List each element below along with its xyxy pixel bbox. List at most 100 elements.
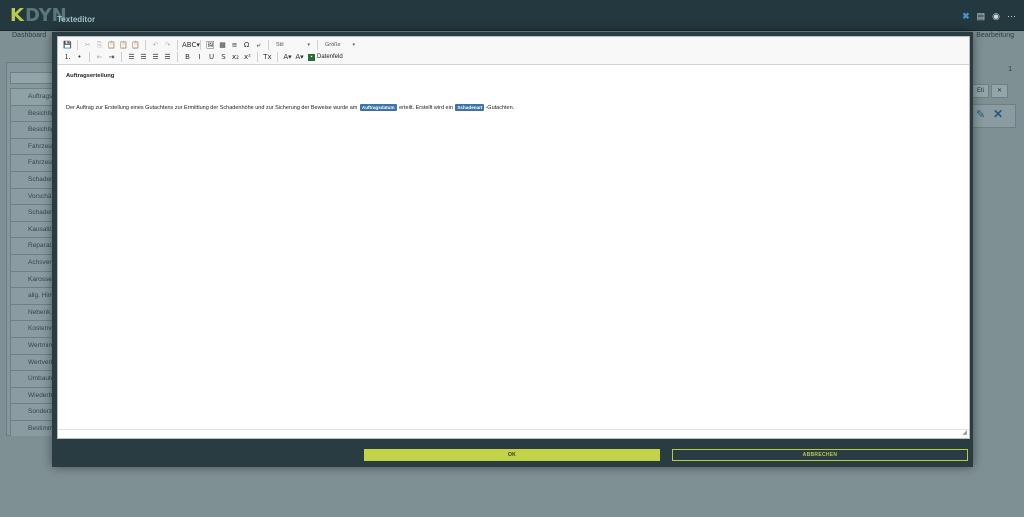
list-item[interactable]: allg. Hinw... bbox=[10, 287, 56, 304]
toolbar-separator bbox=[121, 52, 122, 62]
toolbar-separator bbox=[257, 52, 258, 62]
list-item[interactable]: Wertmin... bbox=[10, 336, 56, 354]
more-icon[interactable]: ⋯ bbox=[1007, 11, 1016, 22]
toolbar-separator bbox=[77, 40, 78, 50]
strikethrough-icon[interactable]: S bbox=[218, 52, 229, 63]
list-item[interactable]: Achsvern... bbox=[10, 253, 56, 271]
toolbar-separator bbox=[268, 40, 269, 50]
paragraph-text-2: erteilt. Erstellt wird ein bbox=[399, 105, 453, 111]
align-center-icon[interactable]: ☰ bbox=[138, 52, 149, 63]
close-icon[interactable]: ✖ bbox=[962, 11, 970, 22]
table-icon[interactable]: ▦ bbox=[217, 40, 228, 51]
align-right-icon[interactable]: ☰ bbox=[150, 52, 161, 63]
save-icon[interactable]: ▤ bbox=[977, 11, 986, 22]
underline-icon[interactable]: U bbox=[206, 52, 217, 63]
editor-toolbar: 💾 ✂ ⎘ 📋 📋 📋 ↶ ↷ ABC▾ 🖼 ▦ ≡ Ω ⤶ Stil ▾ Größe ▾ ⒈ • ⇤ ⇥ ☰ ☰ ☰ ☰ B I U… bbox=[58, 37, 969, 65]
right-button-group: Eti ✕ bbox=[972, 84, 1008, 98]
breadcrumb-right: Bearbeitung bbox=[976, 32, 1014, 39]
list-item[interactable]: Kostenve... bbox=[10, 320, 56, 337]
rich-text-editor: 💾 ✂ ⎘ 📋 📋 📋 ↶ ↷ ABC▾ 🖼 ▦ ≡ Ω ⤶ Stil ▾ Größe ▾ ⒈ • ⇤ ⇥ ☰ ☰ ☰ ☰ B I U… bbox=[57, 36, 970, 439]
list-item[interactable]: Kausalit... bbox=[10, 220, 56, 238]
indent-icon[interactable]: ⇥ bbox=[106, 52, 117, 63]
toolbar-separator bbox=[200, 40, 201, 50]
remove-button[interactable]: ✕ bbox=[991, 84, 1008, 98]
list-search-input[interactable] bbox=[10, 72, 58, 84]
toolbar-separator bbox=[89, 52, 90, 62]
datafield-chip-auftragsdatum[interactable]: Auftragsdatum bbox=[359, 104, 397, 111]
list-item[interactable]: Vorschä... bbox=[10, 187, 56, 205]
numbered-list-icon[interactable]: ⒈ bbox=[62, 52, 73, 63]
ok-button[interactable]: OK bbox=[364, 449, 660, 461]
italic-icon[interactable]: I bbox=[194, 52, 205, 63]
paste-word-icon[interactable]: 📋 bbox=[130, 40, 141, 51]
toolbar-separator bbox=[145, 40, 146, 50]
list-item[interactable]: Schaden... bbox=[10, 204, 56, 221]
style-dropdown-label: Stil bbox=[276, 42, 284, 48]
app-subtitle: Texteditor bbox=[57, 15, 96, 24]
row-actions: ✎ ✕ bbox=[970, 104, 1016, 128]
bulleted-list-icon[interactable]: • bbox=[74, 52, 85, 63]
list-item[interactable]: Wiederb... bbox=[10, 386, 56, 404]
align-left-icon[interactable]: ☰ bbox=[126, 52, 137, 63]
size-dropdown-label: Größe bbox=[325, 42, 341, 48]
list-item[interactable]: Reparat... bbox=[10, 237, 56, 254]
page-number: 1 bbox=[1008, 66, 1012, 73]
list-item[interactable]: Nebenk... bbox=[10, 303, 56, 321]
list-item[interactable]: Fahrzeug... bbox=[10, 137, 56, 155]
chevron-down-icon: ▾ bbox=[352, 42, 355, 48]
paste-text-icon[interactable]: 📋 bbox=[118, 40, 129, 51]
list-item[interactable]: Bestimm... bbox=[10, 419, 56, 437]
toolbar-separator bbox=[317, 40, 318, 50]
list-item[interactable]: ✔Auftrags... bbox=[10, 88, 56, 105]
align-justify-icon[interactable]: ☰ bbox=[162, 52, 173, 63]
toolbar-separator bbox=[177, 40, 178, 50]
pencil-icon[interactable]: ✎ bbox=[976, 108, 985, 121]
datenfeld-button[interactable]: ▪ Datenfeld bbox=[306, 53, 345, 61]
redo-icon[interactable]: ↷ bbox=[162, 40, 173, 51]
outdent-icon[interactable]: ⇤ bbox=[94, 52, 105, 63]
save-icon[interactable]: 💾 bbox=[62, 40, 73, 51]
list-item[interactable]: Sonderz... bbox=[10, 403, 56, 420]
text-color-icon[interactable]: A▾ bbox=[282, 52, 293, 63]
cancel-button[interactable]: ABBRECHEN bbox=[672, 449, 968, 461]
undo-icon[interactable]: ↶ bbox=[150, 40, 161, 51]
bold-icon[interactable]: B bbox=[182, 52, 193, 63]
list-item[interactable]: Wertverb... bbox=[10, 353, 56, 371]
cut-icon[interactable]: ✂ bbox=[82, 40, 93, 51]
list-item[interactable]: Schaden... bbox=[10, 170, 56, 188]
special-char-icon[interactable]: Ω bbox=[241, 40, 252, 51]
horizontal-line-icon[interactable]: ≡ bbox=[229, 40, 240, 51]
datafield-icon: ▪ bbox=[308, 53, 315, 61]
paste-icon[interactable]: 📋 bbox=[106, 40, 117, 51]
datenfeld-label: Datenfeld bbox=[317, 54, 343, 60]
size-dropdown[interactable]: Größe ▾ bbox=[322, 40, 358, 50]
paragraph-text-3: -Gutachten. bbox=[485, 105, 515, 111]
texteditor-dialog: 💾 ✂ ⎘ 📋 📋 📋 ↶ ↷ ABC▾ 🖼 ▦ ≡ Ω ⤶ Stil ▾ Größe ▾ ⒈ • ⇤ ⇥ ☰ ☰ ☰ ☰ B I U… bbox=[52, 32, 973, 467]
spellcheck-icon[interactable]: ABC▾ bbox=[182, 40, 200, 51]
chevron-down-icon: ▾ bbox=[307, 42, 310, 48]
list-item[interactable]: Fahrzeug... bbox=[10, 154, 56, 171]
subscript-icon[interactable]: x₂ bbox=[230, 52, 241, 63]
superscript-icon[interactable]: x² bbox=[242, 52, 253, 63]
list-item[interactable]: Umbaute... bbox=[10, 370, 56, 387]
app-header: K DYN Texteditor ✖ ▤ ◉ ⋯ bbox=[0, 0, 1024, 30]
list-item[interactable]: Besichtig... bbox=[10, 104, 56, 122]
toolbar-separator bbox=[177, 52, 178, 62]
list-item[interactable]: Besichtig... bbox=[10, 121, 56, 138]
header-icons: ✖ ▤ ◉ ⋯ bbox=[962, 11, 1016, 22]
toolbar-row-1: 💾 ✂ ⎘ 📋 📋 📋 ↶ ↷ ABC▾ 🖼 ▦ ≡ Ω ⤶ Stil ▾ Größe ▾ bbox=[62, 39, 358, 51]
resize-handle-icon[interactable]: ◢ bbox=[962, 429, 967, 436]
remove-format-icon[interactable]: Tx bbox=[262, 52, 273, 63]
delete-icon[interactable]: ✕ bbox=[993, 107, 1003, 121]
editor-content[interactable]: Auftragserteilung Der Auftrag zur Erstel… bbox=[66, 73, 956, 111]
image-icon[interactable]: 🖼 bbox=[205, 40, 216, 51]
edit-tag-button[interactable]: Eti bbox=[972, 84, 989, 98]
page-break-icon[interactable]: ⤶ bbox=[253, 40, 264, 51]
style-dropdown[interactable]: Stil ▾ bbox=[273, 40, 313, 50]
copy-icon[interactable]: ⎘ bbox=[94, 40, 105, 51]
globe-icon[interactable]: ◉ bbox=[992, 11, 1000, 22]
breadcrumb[interactable]: Dashboard bbox=[12, 32, 46, 39]
list-item[interactable]: Karosse... bbox=[10, 270, 56, 288]
background-color-icon[interactable]: A▾ bbox=[294, 52, 305, 63]
datafield-chip-schadenart[interactable]: Schadenart bbox=[455, 104, 485, 111]
